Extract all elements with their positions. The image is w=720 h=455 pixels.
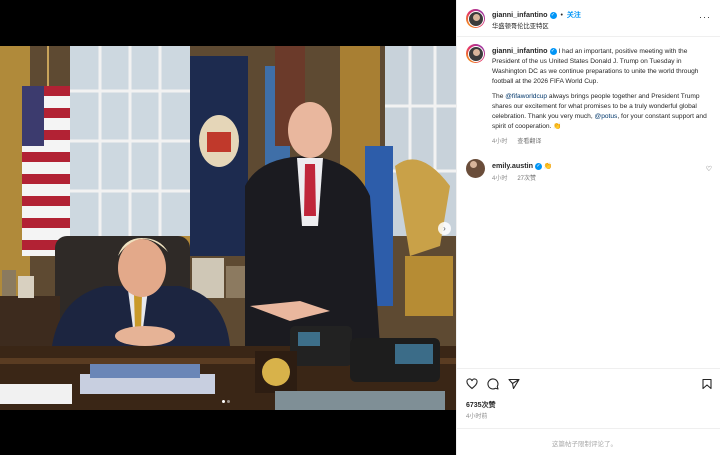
post-header: gianni_infantino ✓ • 关注 华盛顿哥伦比亚特区 ··· bbox=[457, 0, 720, 37]
commenter-username[interactable]: emily.austin bbox=[492, 161, 533, 170]
carousel-dot-active bbox=[222, 400, 225, 403]
comment-meta: 4小时 27次赞 bbox=[492, 173, 692, 182]
author-avatar[interactable] bbox=[466, 9, 485, 28]
more-options-icon[interactable]: ··· bbox=[699, 13, 711, 22]
author-username[interactable]: gianni_infantino bbox=[492, 10, 548, 19]
chevron-right-icon: › bbox=[443, 223, 446, 233]
see-translation-link[interactable]: 查看翻译 bbox=[517, 139, 541, 145]
carousel-dot bbox=[227, 400, 230, 403]
verified-badge-icon: ✓ bbox=[535, 162, 543, 170]
carousel-indicator bbox=[222, 400, 230, 403]
follow-button[interactable]: 关注 bbox=[567, 12, 581, 19]
comment-likes[interactable]: 27次赞 bbox=[517, 176, 536, 182]
comment-icon[interactable] bbox=[487, 378, 499, 390]
post-photo[interactable] bbox=[0, 46, 456, 410]
caption-time: 4小时 bbox=[492, 139, 508, 145]
media-area: › bbox=[0, 0, 456, 455]
mention-fifaworldcup[interactable]: @fifaworldcup bbox=[505, 93, 547, 100]
comment-time: 4小时 bbox=[492, 176, 508, 182]
caption-author-avatar[interactable] bbox=[466, 44, 485, 63]
next-image-button[interactable]: › bbox=[438, 222, 451, 235]
post-time[interactable]: 4小时前 bbox=[466, 411, 487, 420]
verified-badge-icon: ✓ bbox=[549, 11, 557, 19]
verified-badge-icon: ✓ bbox=[549, 47, 557, 55]
separator-dot: • bbox=[560, 12, 563, 19]
post-side-panel: gianni_infantino ✓ • 关注 华盛顿哥伦比亚特区 ··· gia… bbox=[456, 0, 720, 455]
comment-text: 👏 bbox=[543, 163, 553, 170]
comments-limited-notice: 这篇帖子限制评论了。 bbox=[457, 428, 720, 455]
mention-potus[interactable]: @potus bbox=[595, 113, 618, 120]
commenter-avatar[interactable] bbox=[466, 159, 485, 178]
caption-meta: 4小时 查看翻译 bbox=[492, 137, 710, 147]
comment-item: emily.austin ✓ 👏 4小时 27次赞 bbox=[492, 161, 692, 182]
post-caption: gianni_infantino ✓ I had an important, po… bbox=[492, 46, 710, 147]
share-icon[interactable] bbox=[508, 378, 520, 390]
caption-author-username[interactable]: gianni_infantino bbox=[492, 46, 548, 55]
like-count[interactable]: 6735次赞 bbox=[466, 400, 496, 410]
heart-icon[interactable] bbox=[466, 378, 478, 390]
comment-like-heart-icon[interactable]: ♡ bbox=[706, 165, 712, 173]
caption-text-a: The bbox=[492, 93, 506, 100]
comments-limited-text: 这篇帖子限制评论了。 bbox=[552, 441, 617, 448]
instagram-post-view: › gianni_infantino ✓ • 关注 华盛顿哥伦比亚特区 ··· g… bbox=[0, 0, 720, 455]
bookmark-icon[interactable] bbox=[701, 378, 713, 390]
post-location[interactable]: 华盛顿哥伦比亚特区 bbox=[492, 21, 549, 30]
